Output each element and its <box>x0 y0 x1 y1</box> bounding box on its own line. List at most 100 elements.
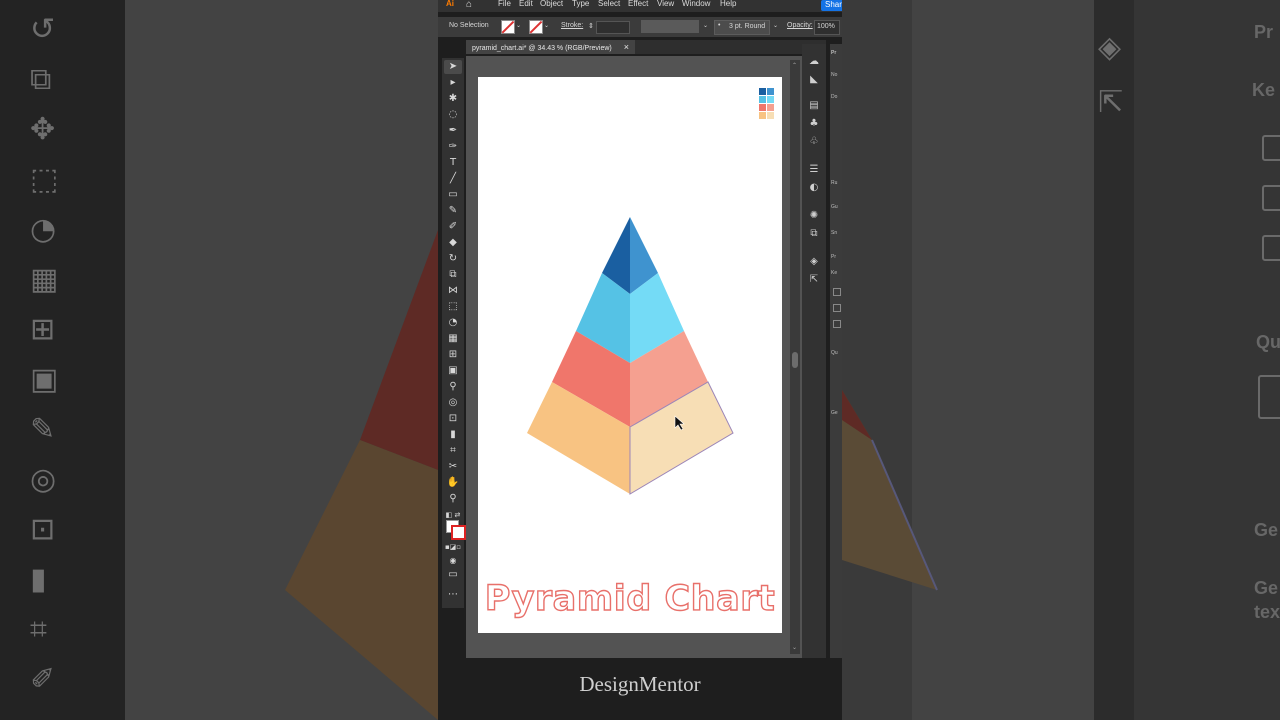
menu-view[interactable]: View <box>657 0 674 8</box>
stroke-panel-icon[interactable]: ☰ <box>808 164 820 176</box>
blurred-eyedropper-icon: ✎ <box>30 412 56 447</box>
appearance-icon[interactable]: ✺ <box>808 210 820 222</box>
blurred-graph-icon: ▮ <box>30 562 47 597</box>
draw-mode-icon[interactable]: ◉ <box>444 554 462 568</box>
brush-dropdown-icon[interactable]: ⌄ <box>773 22 778 29</box>
brushes-icon[interactable]: ♣ <box>808 118 820 130</box>
gradient-tool-icon[interactable]: ▣ <box>444 364 462 378</box>
properties-panel: Pr No Do Ru Gu Sn Pr Ke Qu Ge <box>830 44 842 658</box>
symbol-sprayer-tool-icon[interactable]: ⊡ <box>444 412 462 426</box>
pyramid-chart[interactable] <box>478 77 782 557</box>
symbols-icon[interactable]: ♧ <box>808 136 820 148</box>
direct-selection-tool-icon[interactable]: ▸ <box>444 76 462 90</box>
menu-object[interactable]: Object <box>540 0 563 8</box>
mesh-tool-icon[interactable]: ⊞ <box>444 348 462 362</box>
export-icon[interactable]: ⇱ <box>808 274 820 286</box>
rectangle-tool-icon[interactable]: ▭ <box>444 188 462 202</box>
eraser-tool-icon[interactable]: ◆ <box>444 236 462 250</box>
eyedropper-tool-icon[interactable]: ⚲ <box>444 380 462 394</box>
props-checkbox[interactable] <box>833 320 841 328</box>
zoom-tool-icon[interactable]: ⚲ <box>444 492 462 506</box>
width-tool-icon[interactable]: ⋈ <box>444 284 462 298</box>
opacity-label[interactable]: Opacity: <box>787 22 813 29</box>
opacity-input[interactable]: 100% <box>814 20 840 35</box>
props-label-1: No <box>831 72 838 78</box>
fill-swatch[interactable] <box>501 20 515 34</box>
shape-builder-tool-icon[interactable]: ◔ <box>444 316 462 330</box>
props-label-7: Ke <box>831 270 838 276</box>
artboards-panel-icon[interactable]: ⧉ <box>808 228 820 240</box>
artboard-tool-icon[interactable]: ⌗ <box>444 444 462 458</box>
blurred-rotate-icon: ↺ <box>30 12 56 47</box>
shaper-tool-icon[interactable]: ✐ <box>444 220 462 234</box>
artboard[interactable]: Pyramid Chart <box>478 77 782 633</box>
menu-help[interactable]: Help <box>720 0 736 8</box>
line-tool-icon[interactable]: ╱ <box>444 172 462 186</box>
stroke-label[interactable]: Stroke: <box>561 22 583 29</box>
props-label-4: Gu <box>831 204 838 210</box>
vertical-scrollbar[interactable]: ⌃ ⌄ <box>790 60 800 654</box>
blurred-export-icon: ⇱ <box>1098 85 1124 120</box>
blend-tool-icon[interactable]: ◎ <box>444 396 462 410</box>
stroke-dropdown-icon[interactable]: ⌄ <box>544 22 549 29</box>
blurred-field <box>1258 375 1280 419</box>
screen-mode-icon[interactable]: ▭ <box>444 568 462 582</box>
panel-icon-strip: ☁ ◣ ▤ ♣ ♧ ☰ ◐ ✺ ⧉ ◈ ⇱ <box>802 44 826 658</box>
ai-logo: Ai <box>446 0 454 8</box>
vertical-scroll-thumb[interactable] <box>792 352 798 368</box>
blurred-orange-layer <box>285 440 438 720</box>
stroke-color-icon[interactable] <box>451 525 466 540</box>
scroll-down-icon[interactable]: ⌄ <box>792 644 797 651</box>
blurred-gradient-icon: ▣ <box>30 362 59 397</box>
type-tool-icon[interactable]: T <box>444 156 462 170</box>
control-bar: No Selection ⌄ ⌄ Stroke: ⇕ ⌄ 3 pt. Round… <box>438 17 842 37</box>
lasso-tool-icon[interactable]: ◌ <box>444 108 462 122</box>
hand-tool-icon[interactable]: ✋ <box>444 476 462 490</box>
blurred-right-icons: ◈ ⇱ <box>1094 0 1134 720</box>
color-mode-icons[interactable]: ▪◪▫ <box>444 540 462 554</box>
scroll-up-icon[interactable]: ⌃ <box>792 62 797 69</box>
rotate-tool-icon[interactable]: ↻ <box>444 252 462 266</box>
menu-effect[interactable]: Effect <box>628 0 648 8</box>
menu-edit[interactable]: Edit <box>519 0 533 8</box>
blurred-label-3: Ge <box>1254 520 1279 540</box>
gradient-panel-icon[interactable]: ◐ <box>808 182 820 194</box>
pen-tool-icon[interactable]: ✒ <box>444 124 462 138</box>
curvature-tool-icon[interactable]: ✑ <box>444 140 462 154</box>
variable-width-profile[interactable] <box>641 20 699 33</box>
share-button[interactable]: Share <box>821 0 842 11</box>
slice-tool-icon[interactable]: ✂ <box>444 460 462 474</box>
props-checkbox[interactable] <box>833 288 841 296</box>
canvas[interactable]: Pyramid Chart <box>466 56 826 658</box>
selection-tool-icon[interactable]: ➤ <box>444 60 462 74</box>
color-guide-icon[interactable]: ◣ <box>808 74 820 86</box>
more-tools-icon[interactable]: ⋯ <box>444 588 462 602</box>
image-trace-icon[interactable]: ▤ <box>808 100 820 112</box>
document-tab[interactable]: pyramid_chart.ai* @ 34.43 % (RGB/Preview… <box>466 40 635 54</box>
paintbrush-tool-icon[interactable]: ✎ <box>444 204 462 218</box>
profile-dropdown-icon[interactable]: ⌄ <box>703 22 708 29</box>
close-tab-icon[interactable]: × <box>624 42 629 52</box>
graph-tool-icon[interactable]: ▮ <box>444 428 462 442</box>
home-icon[interactable]: ⌂ <box>466 0 472 10</box>
scale-tool-icon[interactable]: ⧉ <box>444 268 462 282</box>
stroke-swatch[interactable] <box>529 20 543 34</box>
props-checkbox[interactable] <box>833 304 841 312</box>
stroke-weight-input[interactable] <box>596 21 630 34</box>
stroke-stepper-icon[interactable]: ⇕ <box>588 22 594 30</box>
free-transform-tool-icon[interactable]: ⬚ <box>444 300 462 314</box>
magic-wand-tool-icon[interactable]: ✱ <box>444 92 462 106</box>
document-tab-title: pyramid_chart.ai* @ 34.43 % (RGB/Preview… <box>472 45 612 52</box>
menu-select[interactable]: Select <box>598 0 620 8</box>
blurred-warp-icon: ✥ <box>30 112 56 147</box>
blurred-label-1: Ke <box>1252 80 1276 100</box>
layers-icon[interactable]: ◈ <box>808 256 820 268</box>
menu-file[interactable]: File <box>498 0 511 8</box>
libraries-icon[interactable]: ☁ <box>808 56 820 68</box>
perspective-grid-tool-icon[interactable]: ▦ <box>444 332 462 346</box>
menu-type[interactable]: Type <box>572 0 589 8</box>
tools-panel: ➤ ▸ ✱ ◌ ✒ ✑ T ╱ ▭ ✎ ✐ ◆ ↻ ⧉ ⋈ ⬚ ◔ ▦ ⊞ ▣ … <box>442 58 466 608</box>
menu-window[interactable]: Window <box>682 0 710 8</box>
brush-definition-select[interactable]: 3 pt. Round • <box>714 20 770 35</box>
fill-dropdown-icon[interactable]: ⌄ <box>516 22 521 29</box>
